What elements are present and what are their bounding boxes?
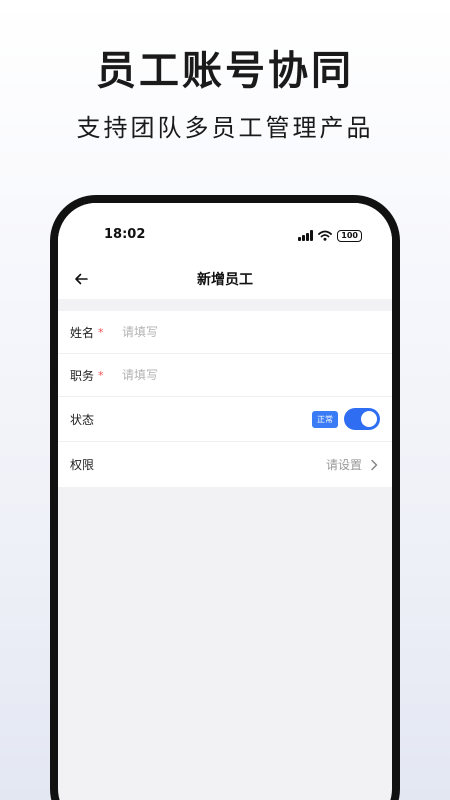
- position-row: 职务 *: [58, 354, 392, 397]
- status-time: 18:02: [104, 227, 146, 242]
- required-mark: *: [98, 368, 104, 382]
- position-input[interactable]: [122, 368, 380, 382]
- status-icons: 100: [298, 226, 362, 245]
- name-input[interactable]: [122, 325, 380, 339]
- permission-controls: 请设置: [326, 456, 380, 473]
- section-gap: [58, 299, 392, 311]
- status-row: 状态 正常: [58, 397, 392, 442]
- battery-icon: 100: [337, 229, 362, 242]
- phone-frame: 18:02 100 新增员工 姓名 * 请填写 职务 * 请填写 状态 正常 权…: [50, 195, 400, 800]
- name-label-text: 姓名: [70, 325, 95, 340]
- position-label: 职务 *: [70, 367, 122, 384]
- phone-screen: 18:02 100 新增员工 姓名 * 请填写 职务 * 请填写 状态 正常 权…: [58, 203, 392, 800]
- name-label: 姓名 *: [70, 324, 122, 341]
- permission-value: 请设置: [325, 458, 362, 472]
- status-label: 状态: [70, 412, 95, 427]
- status-bar: 18:02 100: [58, 203, 392, 259]
- wifi-icon: [318, 226, 333, 245]
- status-badge: 正常: [312, 410, 338, 428]
- position-label-text: 职务: [70, 368, 95, 383]
- promo-subtitle: 支持团队多员工管理产品: [76, 114, 374, 142]
- permission-row[interactable]: 权限 请设置: [58, 442, 392, 487]
- signal-icon: [298, 230, 314, 241]
- chevron-right-icon: [368, 459, 380, 471]
- name-row: 姓名 *: [58, 311, 392, 354]
- page-title: 新增员工: [197, 272, 253, 288]
- promo-title: 员工账号协同: [96, 48, 354, 94]
- status-controls: 正常: [312, 408, 380, 430]
- nav-bar: 新增员工: [58, 259, 392, 299]
- required-mark: *: [98, 325, 104, 339]
- arrow-left-icon[interactable]: [70, 268, 92, 290]
- permission-label: 权限: [70, 458, 95, 472]
- status-toggle[interactable]: [344, 408, 380, 430]
- toggle-knob: [361, 411, 377, 427]
- employee-form: 姓名 * 职务 * 状态 正常: [58, 311, 392, 487]
